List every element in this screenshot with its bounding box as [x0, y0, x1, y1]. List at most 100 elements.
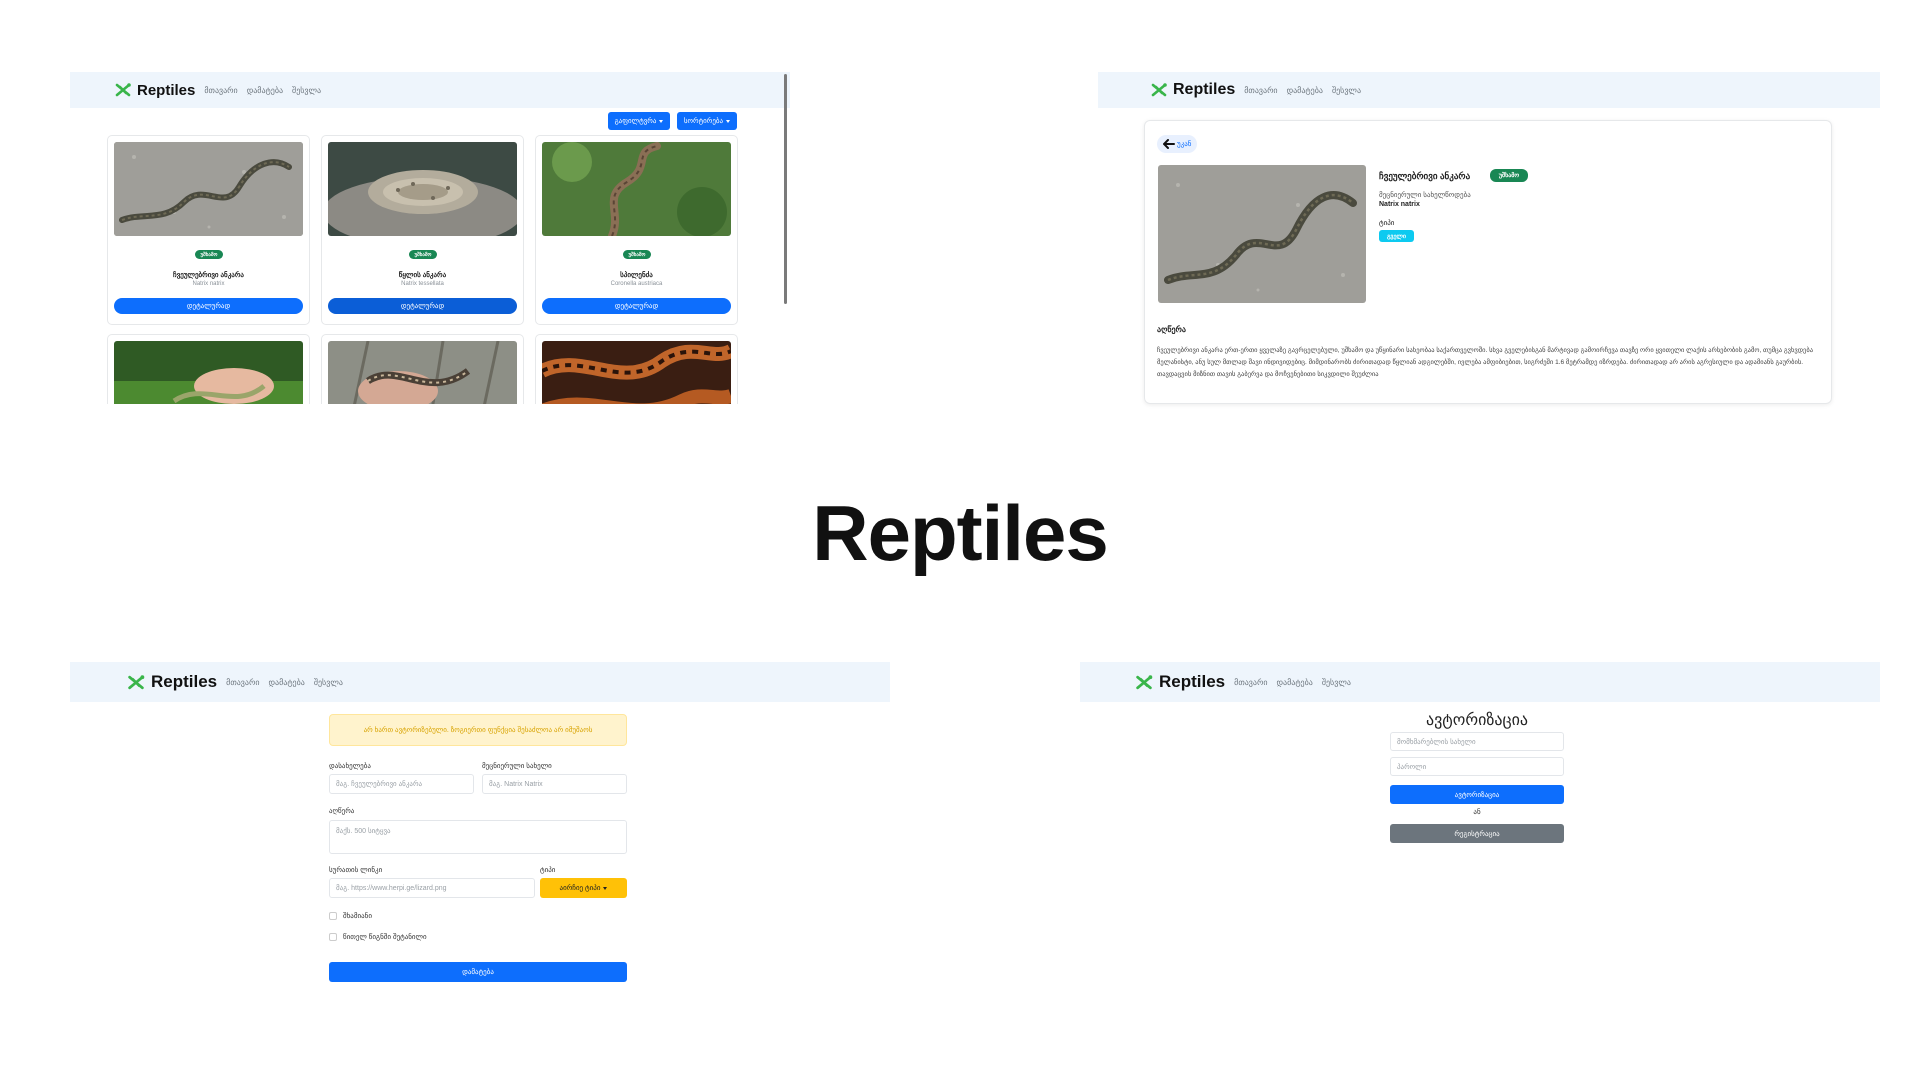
brand-name: Reptiles	[137, 81, 196, 99]
nav-link-home[interactable]: მთავარი	[226, 678, 259, 687]
nav-link-add[interactable]: დამატება	[1287, 86, 1323, 95]
caret-down-icon	[726, 119, 731, 123]
caret-down-icon	[603, 886, 608, 890]
reptile-card: უშხამო ჩვეულებრივი ანკარა Natrix natrix …	[107, 135, 310, 325]
name-label: დასახელება	[329, 763, 371, 770]
details-button[interactable]: დეტალურად	[542, 298, 731, 314]
gecko-icon	[114, 82, 132, 98]
brand-name: Reptiles	[1159, 672, 1226, 691]
status-badge: უშხამო	[409, 250, 437, 259]
gecko-icon	[1134, 674, 1154, 691]
description-textarea[interactable]: მაქს. 500 სიტყვა	[329, 820, 627, 854]
image-link-label: სურათის ლინკი	[329, 867, 383, 874]
nav-link-home[interactable]: მთავარი	[1234, 678, 1267, 687]
add-form-panel: Reptiles მთავარი დამატება შესვლა არ ხართ…	[70, 662, 890, 992]
status-badge: უშხამო	[195, 250, 223, 259]
type-dropdown-button[interactable]: აირჩიე ტიპი	[540, 878, 627, 898]
card-scientific-name: Natrix natrix	[192, 281, 225, 287]
details-button[interactable]: დეტალურად	[328, 298, 517, 314]
type-badge: გველი	[1379, 230, 1414, 242]
reptile-image	[114, 142, 303, 236]
auth-title: ავტორიზაცია	[1425, 712, 1529, 729]
arrow-left-icon	[1163, 139, 1175, 149]
reptile-card: უშხამო სპილენძა Coronella austriaca დეტა…	[535, 135, 738, 325]
type-label: ტიპი	[540, 867, 556, 874]
gecko-icon	[126, 674, 146, 691]
description-label: აღწერა	[329, 808, 355, 815]
reptile-image	[542, 142, 731, 236]
back-button[interactable]: უკან	[1157, 135, 1198, 153]
scientific-label: მეცნიერული სახელწოდება	[1379, 192, 1471, 199]
reptile-card	[321, 334, 524, 404]
navbar: Reptiles მთავარი დამატება შესვლა	[70, 72, 790, 108]
image-link-input[interactable]: მაგ. https://www.herpi.ge/lizard.png	[329, 878, 535, 898]
sort-dropdown-button[interactable]: სორტირება	[677, 112, 737, 130]
nav-link-login[interactable]: შესვლა	[314, 678, 343, 687]
nav-link-home[interactable]: მთავარი	[1244, 86, 1277, 95]
caret-down-icon	[659, 119, 664, 123]
login-button[interactable]: ავტორიზაცია	[1390, 785, 1564, 804]
sort-label: სორტირება	[683, 118, 724, 125]
details-button[interactable]: დეტალურად	[114, 298, 303, 314]
brand[interactable]: Reptiles	[1134, 672, 1225, 692]
filter-label: გაფილტვრა	[614, 118, 657, 125]
back-label: უკან	[1177, 141, 1192, 148]
brand[interactable]: Reptiles	[126, 672, 217, 692]
card-scientific-name: Natrix tessellata	[401, 281, 444, 287]
reptile-image	[328, 341, 517, 404]
reptile-image	[542, 341, 731, 404]
redbook-label: წითელ წიგნში შეტანილი	[343, 934, 427, 941]
redbook-checkbox[interactable]	[329, 933, 337, 941]
description-text: ჩვეულებრივი ანკარა ერთ-ერთი ყველაზე გავრ…	[1157, 347, 1813, 378]
venomous-checkbox[interactable]	[329, 912, 337, 920]
navbar: Reptiles მთავარი დამატება შესვლა	[1098, 72, 1880, 108]
reptile-card	[535, 334, 738, 404]
nav-link-login[interactable]: შესვლა	[292, 86, 321, 95]
reptile-image	[328, 142, 517, 236]
navbar: Reptiles მთავარი დამატება შესვლა	[1080, 662, 1880, 702]
reptile-image	[114, 341, 303, 404]
navbar: Reptiles მთავარი დამატება შესვლა	[70, 662, 890, 702]
description-heading: აღწერა	[1157, 325, 1186, 334]
nav-link-home[interactable]: მთავარი	[204, 86, 237, 95]
card-scientific-name: Coronella austriaca	[610, 281, 663, 287]
scientific-name: Natrix natrix	[1379, 201, 1420, 208]
card-name: სპილენძა	[620, 272, 653, 279]
page-title: Reptiles	[812, 489, 1108, 577]
list-view-panel: Reptiles მთავარი დამატება შესვლა გაფილტვ…	[70, 72, 790, 404]
type-dropdown-label: აირჩიე ტიპი	[559, 885, 601, 892]
auth-panel: Reptiles მთავარი დამატება შესვლა ავტორიზ…	[1080, 662, 1880, 862]
reptile-image	[1158, 165, 1366, 303]
username-input[interactable]: მომხმარებლის სახელი	[1390, 732, 1564, 751]
brand[interactable]: Reptiles	[1150, 81, 1235, 99]
filter-dropdown-button[interactable]: გაფილტვრა	[608, 112, 670, 130]
detail-view-panel: Reptiles მთავარი დამატება შესვლა უკან ჩვ…	[1098, 72, 1880, 412]
nav-link-login[interactable]: შესვლა	[1322, 678, 1351, 687]
submit-button[interactable]: დამატება	[329, 962, 627, 982]
nav-link-add[interactable]: დამატება	[247, 86, 283, 95]
venomous-label: შხამიანი	[343, 913, 372, 920]
nav-link-login[interactable]: შესვლა	[1332, 86, 1361, 95]
scrollbar[interactable]	[784, 74, 787, 304]
card-name: ჩვეულებრივი ანკარა	[173, 272, 244, 279]
register-button[interactable]: რეგისტრაცია	[1390, 824, 1564, 843]
or-text: ან	[1473, 809, 1481, 816]
detail-card: უკან ჩვეულებრივი ანკარა უშხამო მეცნიერულ…	[1144, 120, 1832, 404]
status-badge: უშხამო	[1490, 169, 1528, 182]
auth-warning-alert: არ ხართ ავტორიზებული. ზოგიერთი ფუნქცია შ…	[329, 714, 627, 746]
password-input[interactable]: პაროლი	[1390, 757, 1564, 776]
scientific-name-label: მეცნიერული სახელი	[482, 763, 552, 770]
gecko-icon	[1150, 82, 1168, 98]
type-label: ტიპი	[1379, 220, 1395, 227]
reptile-card: უშხამო წყლის ანკარა Natrix tessellata დე…	[321, 135, 524, 325]
brand-name: Reptiles	[1173, 81, 1236, 98]
brand[interactable]: Reptiles	[114, 82, 195, 99]
card-name: წყლის ანკარა	[398, 272, 447, 279]
brand-name: Reptiles	[151, 672, 218, 691]
reptile-title: ჩვეულებრივი ანკარა	[1379, 171, 1471, 181]
nav-link-add[interactable]: დამატება	[268, 678, 304, 687]
name-input[interactable]: მაგ. ჩვეულებრივი ანკარა	[329, 774, 474, 794]
nav-link-add[interactable]: დამატება	[1276, 678, 1312, 687]
status-badge: უშხამო	[623, 250, 651, 259]
scientific-name-input[interactable]: მაგ. Natrix Natrix	[482, 774, 627, 794]
